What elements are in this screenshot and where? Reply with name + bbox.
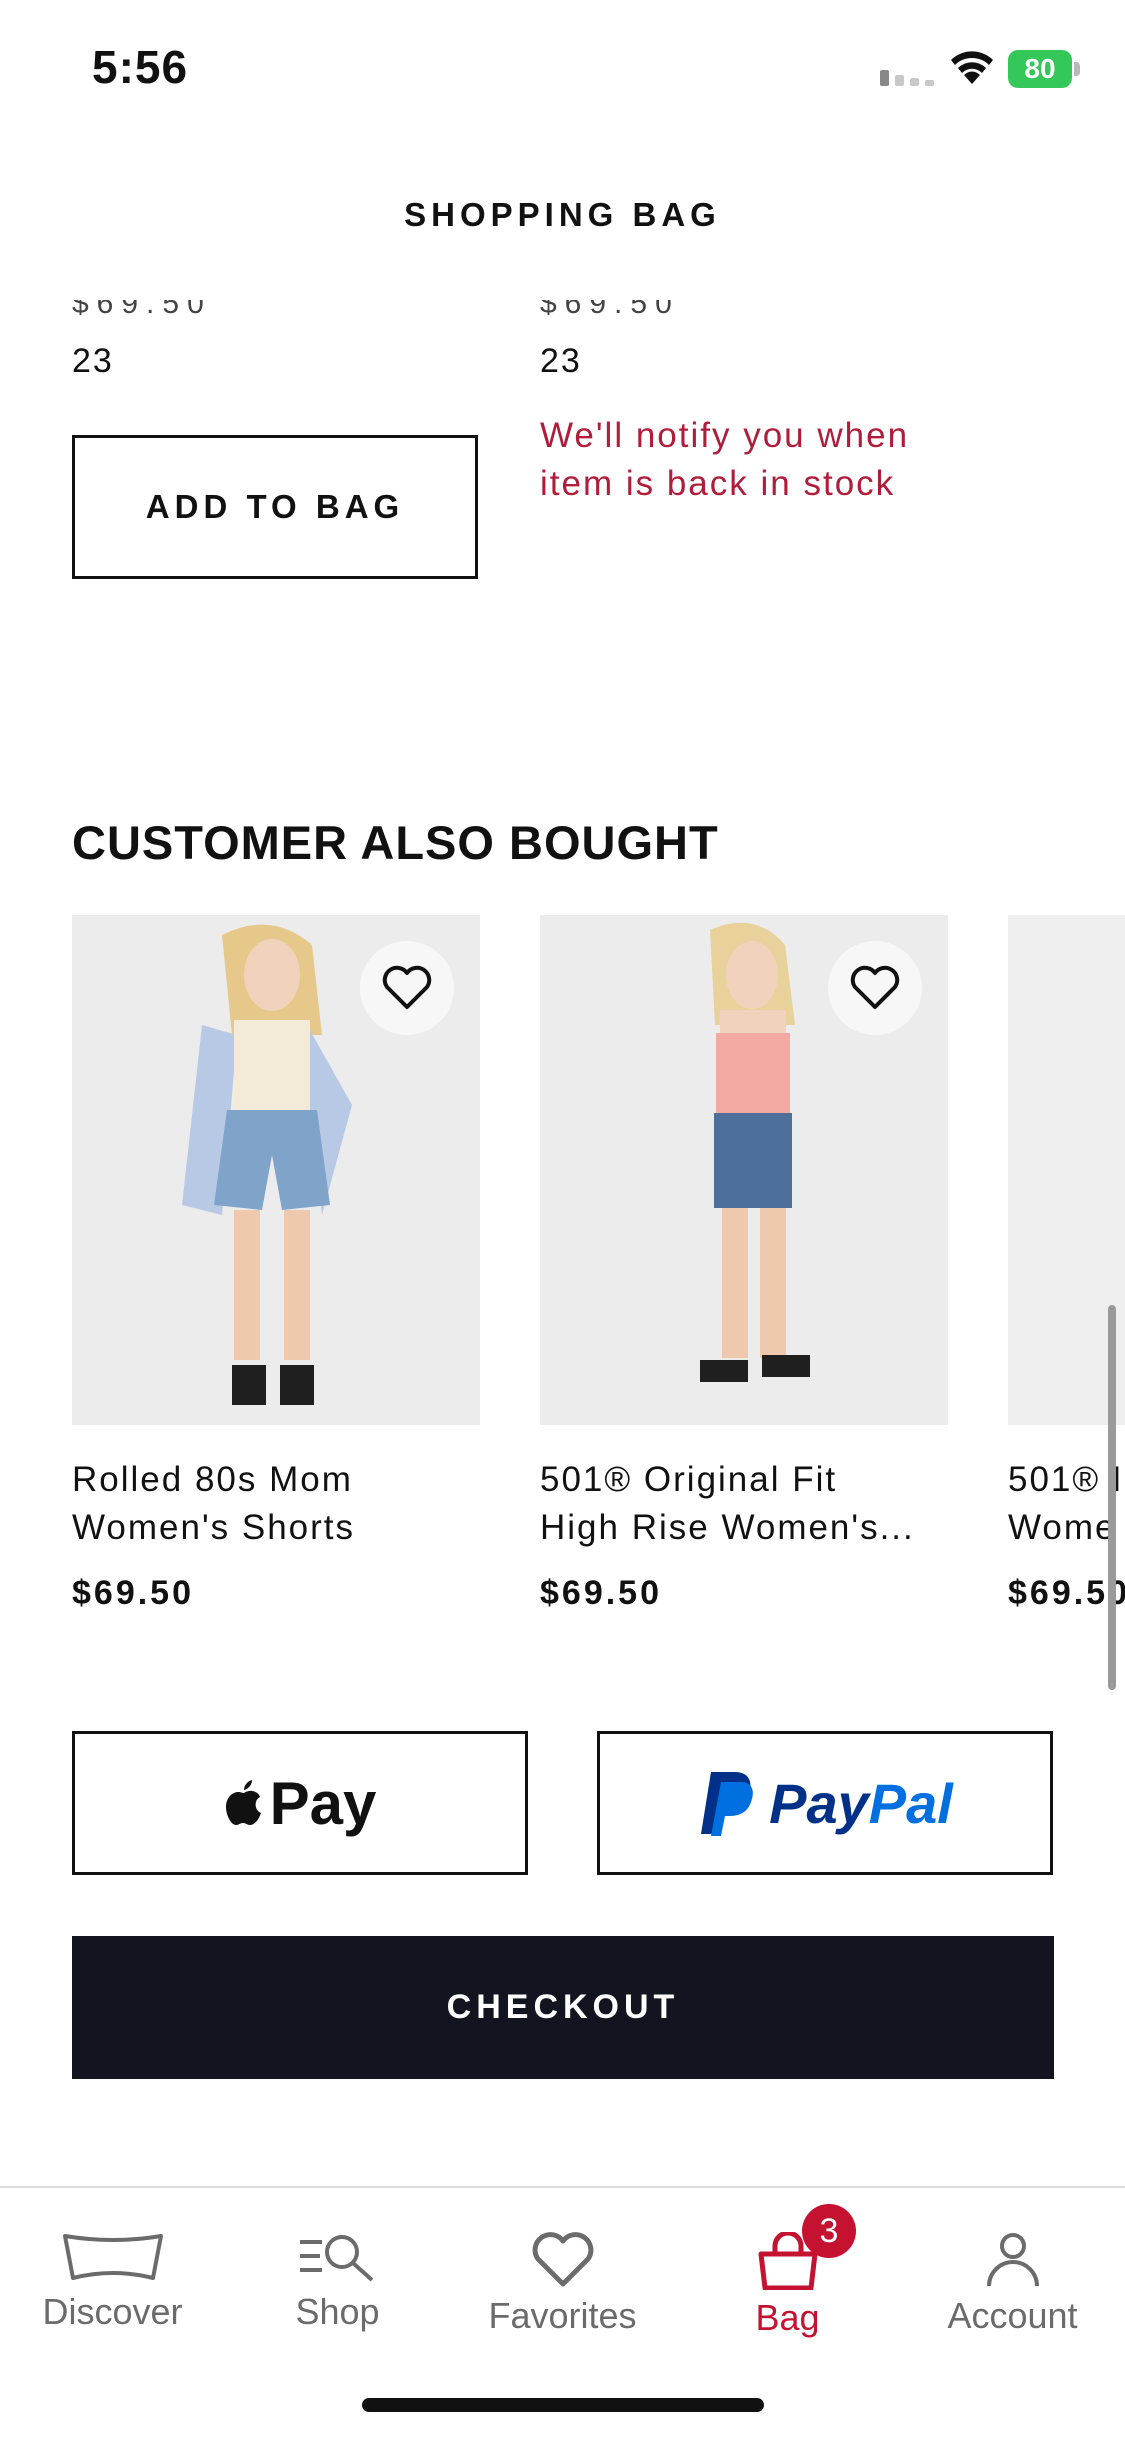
item-price-clipped: $69.50 [72,300,212,320]
jeans-icon [62,2234,163,2280]
item-size: 23 [540,342,582,380]
apple-pay-button[interactable]: Pay [72,1731,528,1875]
product-name[interactable]: Rolled 80s Mom Women's Shorts [72,1456,492,1552]
back-in-stock-notice: We'll notify you when item is back in st… [540,416,910,503]
tab-bag[interactable]: Bag [675,2230,900,2339]
heart-icon [532,2232,593,2287]
product-image[interactable] [72,915,480,1425]
item-price-clipped: $69.50 [540,300,680,320]
tab-shop[interactable]: Shop [225,2232,450,2333]
product-price: $69.50 [72,1574,194,1612]
product-price: $69.50 [540,1574,662,1612]
section-title: CUSTOMER ALSO BOUGHT [72,816,719,869]
scrollbar[interactable] [1108,1305,1116,1690]
paypal-button[interactable]: PayPal [597,1731,1053,1875]
paypal-logo-icon [701,1772,754,1836]
favorite-button[interactable] [828,941,922,1035]
checkout-button[interactable]: CHECKOUT [72,1936,1054,2079]
status-time: 5:56 [92,41,189,93]
battery-level: 80 [1008,50,1072,88]
person-icon [986,2233,1039,2287]
paypal-label: PayPal [769,1771,953,1835]
heart-icon [382,965,432,1009]
wifi-icon [951,51,993,84]
product-image[interactable] [540,915,948,1425]
favorite-button[interactable] [360,941,454,1035]
heart-icon [850,965,900,1009]
product-name[interactable]: 501® Original Fit High Rise Women's... [540,1456,960,1552]
search-list-icon [299,2235,373,2282]
add-to-bag-button[interactable]: ADD TO BAG [72,435,478,579]
tab-favorites[interactable]: Favorites [450,2232,675,2337]
bag-count-badge: 3 [802,2204,856,2258]
tab-discover[interactable]: Discover [0,2232,225,2333]
item-size: 23 [72,342,114,380]
apple-icon [225,1780,261,1825]
apple-pay-label: Pay [269,1769,377,1837]
cellular-signal-icon [880,70,934,86]
home-indicator[interactable] [362,2398,764,2412]
page-title: SHOPPING BAG [404,196,721,233]
battery-icon: 80 [1008,50,1080,88]
tab-account[interactable]: Account [900,2232,1125,2337]
